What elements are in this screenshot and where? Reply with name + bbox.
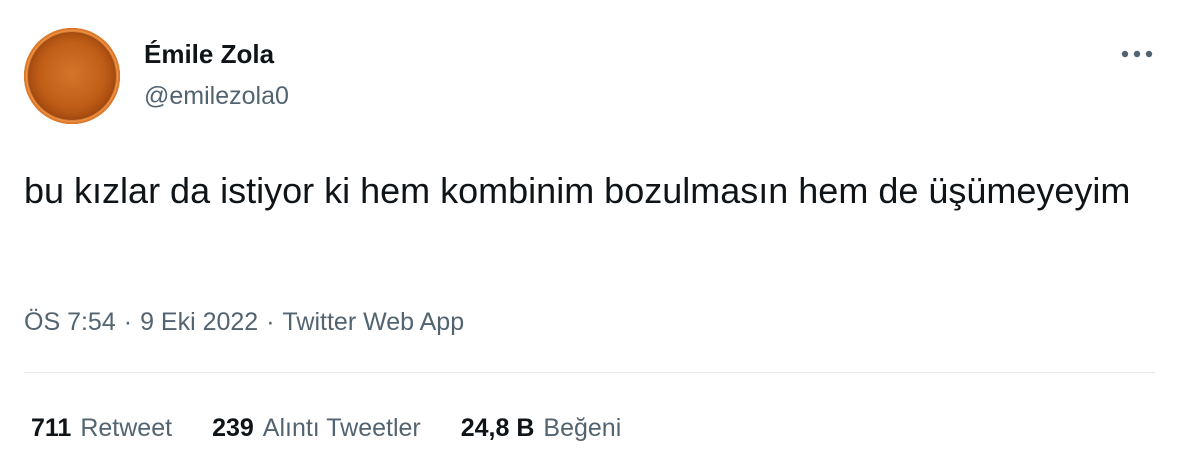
more-options-button[interactable]: [1116, 40, 1160, 68]
tweet-meta: ÖS 7:54 · 9 Eki 2022 · Twitter Web App: [24, 304, 464, 340]
meta-separator: ·: [266, 308, 275, 336]
author-handle[interactable]: @emilezola0: [144, 80, 289, 112]
tweet-time-link[interactable]: ÖS 7:54: [24, 308, 116, 336]
avatar[interactable]: [24, 28, 120, 124]
likes-label: Beğeni: [543, 414, 622, 442]
tweet-source-link[interactable]: Twitter Web App: [283, 308, 465, 336]
likes-stat[interactable]: 24,8 B Beğeni: [461, 410, 622, 446]
tweet-card: Émile Zola @emilezola0 bu kızlar da isti…: [0, 0, 1188, 474]
quote-tweets-stat[interactable]: 239 Alıntı Tweetler: [212, 410, 421, 446]
tweet-text: bu kızlar da istiyor ki hem kombinim boz…: [24, 170, 1131, 211]
quote-tweets-count: 239: [212, 414, 254, 442]
divider: [24, 372, 1155, 373]
engagement-stats: 711 Retweet 239 Alıntı Tweetler 24,8 B B…: [31, 410, 621, 446]
more-horizontal-icon: [1121, 50, 1153, 58]
retweet-label: Retweet: [80, 414, 173, 442]
retweet-count: 711: [31, 414, 72, 442]
meta-separator: ·: [123, 308, 133, 336]
tweet-date-link[interactable]: 9 Eki 2022: [140, 308, 258, 336]
author-display-name[interactable]: Émile Zola: [144, 38, 274, 70]
retweet-stat[interactable]: 711 Retweet: [31, 410, 172, 446]
likes-count: 24,8 B: [460, 414, 535, 442]
quote-tweets-label: Alıntı Tweetler: [262, 414, 421, 442]
